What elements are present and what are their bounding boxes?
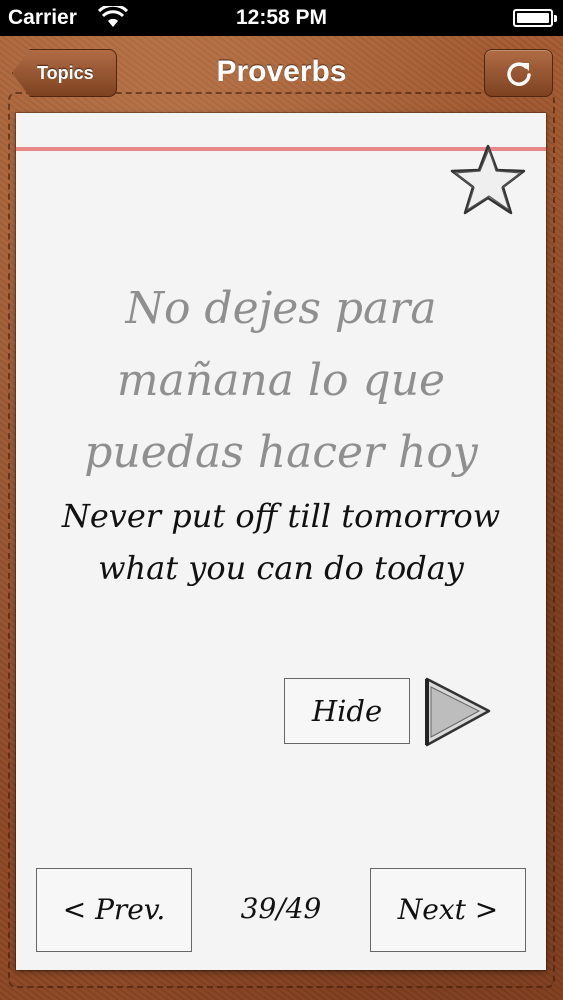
page-title: Proverbs [216, 55, 347, 88]
next-button[interactable]: Next > [370, 868, 526, 952]
proverb-card: No dejes para mañana lo que puedas hacer… [16, 113, 546, 970]
refresh-icon [507, 62, 531, 86]
spanish-proverb: No dejes para mañana lo que puedas hacer… [84, 283, 478, 478]
battery-icon [513, 9, 557, 27]
prev-button[interactable]: < Prev. [36, 868, 192, 952]
clock: 12:58 PM [235, 6, 328, 29]
status-bar: Carrier 12:58 PM [0, 0, 563, 36]
play-icon[interactable] [419, 673, 494, 748]
page-counter: 39/49 [240, 892, 322, 925]
refresh-button[interactable] [484, 49, 553, 97]
hide-button[interactable]: Hide [284, 678, 410, 744]
star-icon[interactable] [446, 140, 531, 220]
english-translation: Never put off till tomorrow what you can… [61, 497, 501, 587]
